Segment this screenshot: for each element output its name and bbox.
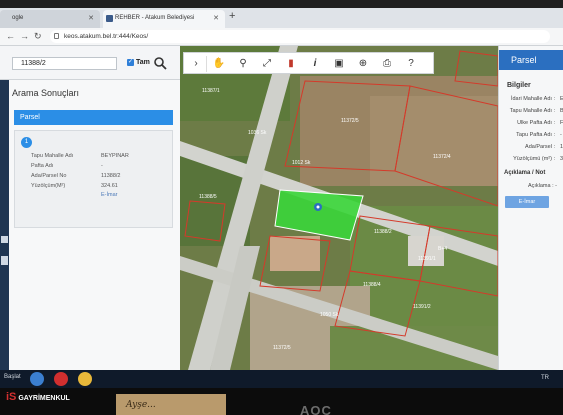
field-value: 11388/2 [101, 173, 121, 179]
aciklama-row: Açıklama : - [527, 183, 557, 189]
info-label: Yüzölçümü (m²) : [513, 156, 555, 162]
parcel-label: 11372/5 [341, 118, 359, 124]
toolbar-divider [206, 56, 207, 72]
monitor-bezel [0, 388, 563, 415]
section-title: Açıklama / Not [504, 170, 546, 176]
tam-checkbox[interactable]: ✓ [127, 59, 134, 66]
grid-icon[interactable] [1, 256, 8, 265]
road-label: 1050 Sk [320, 312, 339, 318]
tam-label: Tam [136, 59, 150, 66]
field-value: 324.61 [101, 183, 118, 189]
lock-icon [54, 33, 59, 39]
os-taskbar: Başlat TR [0, 370, 563, 388]
image-icon[interactable]: ▣ [332, 57, 346, 71]
arrow-right-icon[interactable]: › [189, 57, 203, 71]
panel-header: Parsel [499, 50, 563, 70]
parcel-label: 11388/5 [199, 194, 217, 200]
close-icon[interactable]: ✕ [88, 14, 94, 22]
opera-icon[interactable] [54, 372, 68, 386]
sticker: Ayşe... [116, 394, 226, 415]
field-label: Ada/Parsel No [31, 173, 67, 179]
forward-icon[interactable]: → [20, 31, 29, 41]
ie-icon[interactable] [30, 372, 44, 386]
new-tab-icon[interactable]: + [229, 10, 235, 22]
building-label: B+4 [438, 246, 447, 252]
screen: ogle ✕ REHBER - Atakum Belediyesi ✕ + ← … [0, 0, 563, 415]
field-label: Tapu Mahalle Adı [31, 153, 74, 159]
map-imagery: 11387/1 11388/5 11388/2 11391/1 11372/4 … [180, 46, 498, 370]
field-label: Pafta Adı [31, 163, 54, 169]
field-label: Yüzölçüm(M²) [31, 183, 66, 189]
parcel-label: 11372/5 [273, 345, 291, 351]
info-value: - [560, 132, 562, 138]
watermark-text: GAYRİMENKUL [18, 395, 70, 402]
chrome-icon[interactable] [78, 372, 92, 386]
url-field[interactable]: keos.atakum.bel.tr:444/Keos/ [50, 30, 550, 43]
panel-title: Arama Sonuçları [12, 88, 80, 98]
layer-icon[interactable] [1, 236, 8, 243]
field-value: BEYPINAR [101, 153, 129, 159]
left-tool-strip [0, 80, 9, 370]
search-icon[interactable] [153, 56, 167, 70]
info-label: Ulke Pafta Adı : [517, 120, 555, 126]
map-toolbar: › ✋ ⚲ ⤢ ▮ i ▣ ⊕ ⎙ ? [183, 52, 434, 74]
field-row: Yüzölçüm(M²) 324.61 [31, 183, 118, 189]
road-label: 1036 Sk [248, 130, 267, 136]
reload-icon[interactable]: ↻ [34, 31, 42, 42]
parsel-section-header[interactable]: Parsel [14, 110, 173, 125]
field-value: - [101, 163, 103, 169]
parcel-label: 11388/2 [374, 229, 392, 235]
field-row: Ada/Parsel No 11388/2 [31, 173, 120, 179]
print-icon[interactable]: ⎙ [380, 57, 394, 71]
map-canvas[interactable]: 11387/1 11388/5 11388/2 11391/1 11372/4 … [180, 46, 498, 370]
info-label: Tapu Pafta Adı : [516, 132, 555, 138]
info-label: İdari Mahalle Adı : [510, 96, 555, 102]
fullscreen-icon[interactable]: ⤢ [260, 57, 274, 71]
parcel-label: 11391/2 [413, 304, 431, 310]
parcel-label: 11391/1 [418, 256, 436, 262]
info-icon[interactable]: i [308, 57, 322, 71]
language-indicator[interactable]: TR [541, 375, 549, 381]
monitor-brand: AOC [300, 403, 332, 415]
parcel-label: 11387/1 [202, 88, 220, 94]
watermark: iS GAYRİMENKUL [6, 391, 70, 403]
search-input[interactable]: 11388/2 [12, 57, 117, 70]
browser-tab-bar: ogle ✕ REHBER - Atakum Belediyesi ✕ + [0, 8, 563, 28]
app-area: 11388/2 ✓ Tam Arama Sonuçları Parsel 1 T… [0, 46, 563, 370]
parcel-label: 11372/4 [433, 154, 451, 160]
tab-google[interactable]: ogle ✕ [0, 10, 100, 28]
start-button[interactable]: Başlat [4, 374, 21, 380]
field-row: Tapu Mahalle Adı BEYPINAR [31, 153, 129, 159]
help-icon[interactable]: ? [404, 57, 418, 71]
result-number: 1 [21, 137, 32, 148]
e-imar-link[interactable]: E-İmar [101, 192, 118, 198]
tab-label: ogle [12, 15, 24, 21]
address-bar: ← → ↻ keos.atakum.bel.tr:444/Keos/ [0, 28, 563, 46]
url-text: keos.atakum.bel.tr:444/Keos/ [64, 33, 149, 40]
result-card[interactable]: 1 Tapu Mahalle Adı BEYPINAR Pafta Adı - … [14, 130, 173, 228]
field-row: Pafta Adı - [31, 163, 103, 169]
info-label: Ada/Parsel : [525, 144, 555, 150]
back-icon[interactable]: ← [6, 31, 15, 41]
e-imar-button[interactable]: E-İmar [505, 196, 549, 208]
road-label: 1012 Sk [292, 160, 311, 166]
trash-icon[interactable]: ▮ [284, 57, 298, 71]
tab-rehber[interactable]: REHBER - Atakum Belediyesi ✕ [103, 10, 225, 28]
target-icon[interactable]: ⊕ [356, 57, 370, 71]
marker-icon[interactable]: ⚲ [236, 57, 250, 71]
parcel-label: 11388/4 [363, 282, 381, 288]
hand-icon[interactable]: ✋ [212, 57, 226, 71]
parcel-info-panel: Parsel Bilgiler İdari Mahalle Adı : E Ta… [498, 46, 563, 370]
info-label: Tapu Mahalle Adı : [509, 108, 555, 114]
search-bar: 11388/2 ✓ Tam [0, 46, 180, 80]
favicon-icon [106, 15, 113, 22]
tab-label: REHBER - Atakum Belediyesi [115, 15, 195, 21]
section-title: Bilgiler [507, 82, 531, 89]
close-icon[interactable]: ✕ [213, 14, 219, 22]
watermark-mark: iS [6, 391, 17, 403]
